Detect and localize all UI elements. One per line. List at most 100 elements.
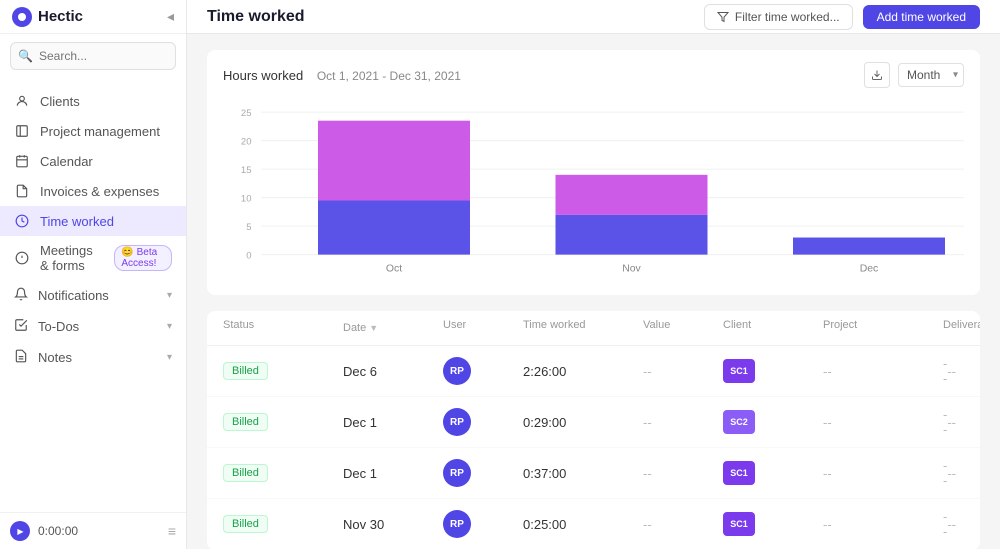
section-left: Notes bbox=[14, 349, 72, 366]
main-content: Time worked Filter time worked... Add ti… bbox=[187, 0, 1000, 549]
filter-icon bbox=[717, 11, 729, 23]
table-row: Billed Dec 1 RP 0:29:00 -- SC2 -- -- -- … bbox=[207, 397, 980, 448]
col-value: Value bbox=[643, 319, 723, 337]
search-container: 🔍 bbox=[10, 42, 176, 70]
logo-icon bbox=[12, 7, 32, 27]
section-left: To-Dos bbox=[14, 318, 79, 335]
svg-text:10: 10 bbox=[241, 193, 252, 204]
svg-text:15: 15 bbox=[241, 165, 252, 176]
search-icon: 🔍 bbox=[18, 49, 33, 63]
todo-icon bbox=[14, 318, 28, 335]
notes-cell: -- bbox=[947, 364, 980, 379]
time-worked-cell: 2:26:00 bbox=[523, 364, 643, 379]
top-bar: Time worked Filter time worked... Add ti… bbox=[187, 0, 1000, 34]
section-label: To-Dos bbox=[38, 319, 79, 334]
sidebar-section-notes[interactable]: Notes ▾ bbox=[0, 342, 186, 373]
notes-cell: -- bbox=[947, 415, 980, 430]
col-time-worked: Time worked bbox=[523, 319, 643, 337]
table-section: Status Date ▼ User Time worked Value Cli… bbox=[207, 311, 980, 549]
notification-icon bbox=[14, 287, 28, 304]
date-cell: Dec 1 bbox=[343, 466, 443, 481]
client-badge: SC2 bbox=[723, 410, 755, 434]
sidebar-item-invoices[interactable]: Invoices & expenses bbox=[0, 176, 186, 206]
section-label: Notes bbox=[38, 350, 72, 365]
chart-controls: Month Week Day bbox=[864, 62, 964, 88]
period-select-wrap: Month Week Day bbox=[898, 63, 964, 87]
notes-icon bbox=[14, 349, 28, 366]
period-select[interactable]: Month Week Day bbox=[898, 63, 964, 87]
chart-svg: 25 20 15 10 5 0 Oct bbox=[223, 98, 964, 283]
chevron-icon: ▾ bbox=[167, 321, 172, 332]
project-cell: -- bbox=[823, 415, 943, 430]
sidebar-footer: 0:00:00 ≡ bbox=[0, 512, 186, 549]
col-date[interactable]: Date ▼ bbox=[343, 319, 443, 337]
meetings-icon bbox=[14, 250, 30, 266]
date-cell: Dec 6 bbox=[343, 364, 443, 379]
project-cell: -- bbox=[823, 517, 943, 532]
svg-text:5: 5 bbox=[246, 222, 251, 233]
sidebar-item-label: Time worked bbox=[40, 214, 114, 229]
download-icon bbox=[871, 69, 883, 81]
time-icon bbox=[14, 213, 30, 229]
time-worked-cell: 0:25:00 bbox=[523, 517, 643, 532]
sidebar-item-label: Calendar bbox=[40, 154, 93, 169]
sidebar-item-project-management[interactable]: Project management bbox=[0, 116, 186, 146]
play-button[interactable] bbox=[10, 521, 30, 541]
sidebar-item-calendar[interactable]: Calendar bbox=[0, 146, 186, 176]
filter-label: Filter time worked... bbox=[735, 10, 840, 24]
beta-badge: 😊 Beta Access! bbox=[114, 245, 172, 271]
status-badge: Billed bbox=[223, 464, 268, 482]
sidebar-section-todos[interactable]: To-Dos ▾ bbox=[0, 311, 186, 342]
invoices-icon bbox=[14, 183, 30, 199]
list-icon[interactable]: ≡ bbox=[168, 523, 176, 539]
value-cell: -- bbox=[643, 517, 723, 532]
status-badge: Billed bbox=[223, 515, 268, 533]
user-avatar: RP bbox=[443, 459, 471, 487]
player: 0:00:00 ≡ bbox=[10, 521, 176, 541]
date-cell: Nov 30 bbox=[343, 517, 443, 532]
value-cell: -- bbox=[643, 415, 723, 430]
svg-text:25: 25 bbox=[241, 108, 252, 119]
page-title: Time worked bbox=[207, 8, 305, 26]
download-button[interactable] bbox=[864, 62, 890, 88]
collapse-button[interactable]: ◂ bbox=[167, 8, 174, 25]
section-left: Notifications bbox=[14, 287, 109, 304]
chart-title-area: Hours worked Oct 1, 2021 - Dec 31, 2021 bbox=[223, 68, 461, 83]
logo-text: Hectic bbox=[38, 8, 83, 25]
notes-cell: -- bbox=[947, 517, 980, 532]
chevron-icon: ▾ bbox=[167, 290, 172, 301]
logo: Hectic bbox=[12, 7, 83, 27]
sidebar-item-time-worked[interactable]: Time worked bbox=[0, 206, 186, 236]
add-time-button[interactable]: Add time worked bbox=[863, 5, 980, 29]
sidebar-nav: Clients Project management Calendar Invo… bbox=[0, 78, 186, 512]
svg-text:Dec: Dec bbox=[860, 264, 879, 275]
user-avatar: RP bbox=[443, 357, 471, 385]
project-icon bbox=[14, 123, 30, 139]
col-status: Status bbox=[223, 319, 343, 337]
sidebar-item-clients[interactable]: Clients bbox=[0, 86, 186, 116]
status-badge: Billed bbox=[223, 362, 268, 380]
sidebar-item-meetings[interactable]: Meetings & forms 😊 Beta Access! bbox=[0, 236, 186, 280]
sidebar-logo: Hectic ◂ bbox=[0, 0, 186, 34]
sidebar-section-notifications[interactable]: Notifications ▾ bbox=[0, 280, 186, 311]
project-cell: -- bbox=[823, 364, 943, 379]
value-cell: -- bbox=[643, 364, 723, 379]
sidebar: Hectic ◂ 🔍 Clients Project management Ca… bbox=[0, 0, 187, 549]
user-avatar: RP bbox=[443, 510, 471, 538]
time-display: 0:00:00 bbox=[38, 524, 78, 538]
svg-text:Nov: Nov bbox=[622, 264, 641, 275]
calendar-icon bbox=[14, 153, 30, 169]
search-input[interactable] bbox=[10, 42, 176, 70]
user-avatar: RP bbox=[443, 408, 471, 436]
chevron-icon: ▾ bbox=[167, 352, 172, 363]
col-project: Project bbox=[823, 319, 943, 337]
svg-text:20: 20 bbox=[241, 136, 252, 147]
table-row: Billed Dec 1 RP 0:37:00 -- SC1 -- -- -- … bbox=[207, 448, 980, 499]
time-worked-cell: 0:29:00 bbox=[523, 415, 643, 430]
filter-button[interactable]: Filter time worked... bbox=[704, 4, 853, 30]
client-badge: SC1 bbox=[723, 359, 755, 383]
clients-icon bbox=[14, 93, 30, 109]
chart-area: 25 20 15 10 5 0 Oct bbox=[223, 98, 964, 283]
table-row: Billed Dec 6 RP 2:26:00 -- SC1 -- -- -- … bbox=[207, 346, 980, 397]
sidebar-item-label: Invoices & expenses bbox=[40, 184, 159, 199]
